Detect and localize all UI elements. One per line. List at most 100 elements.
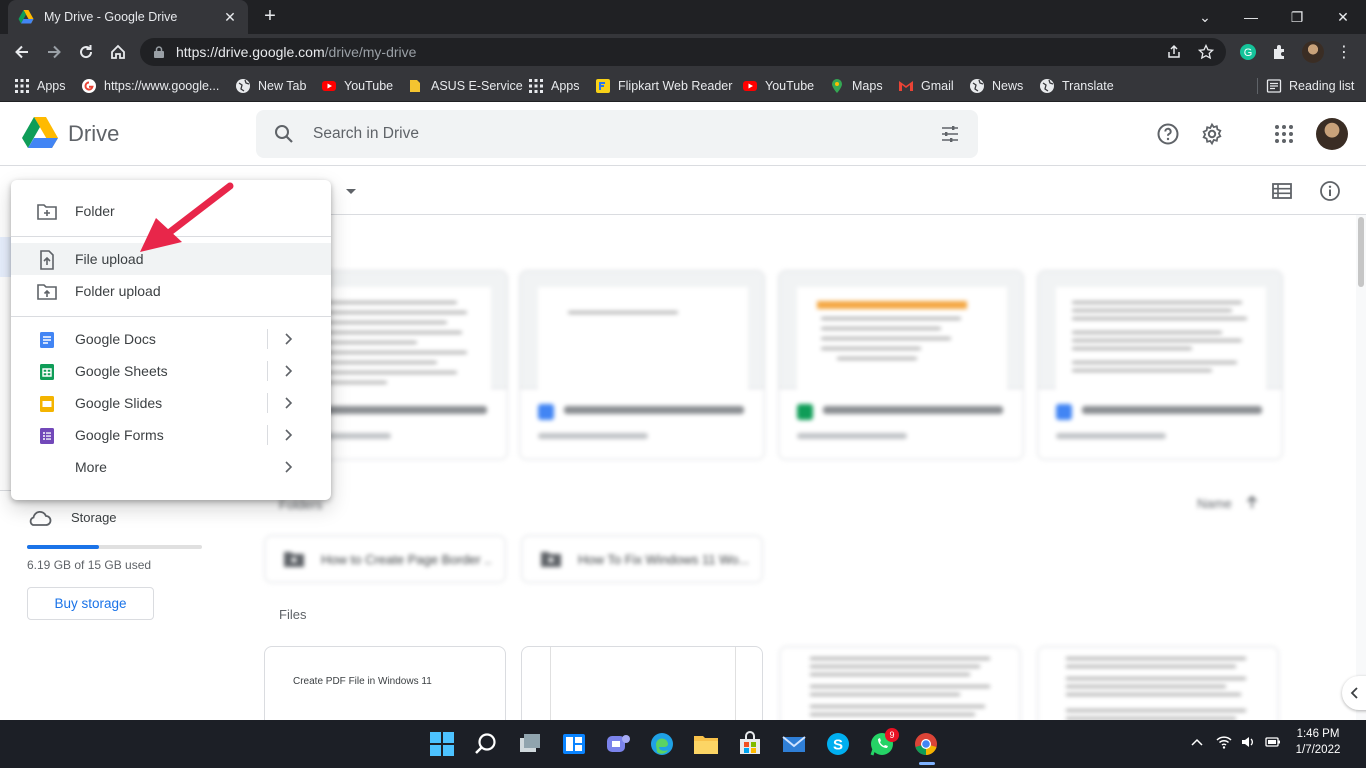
file-card[interactable] xyxy=(1037,646,1279,726)
profile-avatar[interactable] xyxy=(1302,41,1324,63)
chrome-menu-icon[interactable]: ⋮ xyxy=(1336,42,1352,62)
bookmark-maps[interactable]: Maps xyxy=(829,76,883,96)
system-clock[interactable]: 1:46 PM 1/7/2022 xyxy=(1290,726,1346,758)
show-hidden-icons-chevron-up-icon[interactable] xyxy=(1189,734,1205,750)
minimize-button[interactable]: — xyxy=(1228,0,1274,34)
bookmark-apps-2[interactable]: Apps xyxy=(528,76,580,96)
svg-text:S: S xyxy=(833,737,843,754)
menu-item-folder-upload[interactable]: Folder upload xyxy=(11,275,331,307)
main-scrollbar[interactable] xyxy=(1356,215,1366,720)
back-button[interactable] xyxy=(8,38,36,66)
list-view-icon[interactable] xyxy=(1271,180,1293,202)
volume-icon[interactable] xyxy=(1240,734,1256,750)
folder-name: How To Fix Windows 11 Wo... xyxy=(578,552,748,567)
settings-gear-icon[interactable] xyxy=(1200,122,1224,146)
menu-item-google-sheets[interactable]: Google Sheets xyxy=(11,355,331,387)
lock-icon xyxy=(154,46,164,58)
teams-chat-icon[interactable] xyxy=(604,730,632,758)
search-input[interactable]: Search in Drive xyxy=(313,125,419,143)
suggested-file-card[interactable] xyxy=(778,270,1024,460)
menu-item-google-forms[interactable]: Google Forms xyxy=(11,419,331,451)
address-bar[interactable]: https://drive.google.com/drive/my-drive xyxy=(140,38,1226,66)
storage-progress-bar xyxy=(27,545,202,549)
buy-storage-button[interactable]: Buy storage xyxy=(27,587,154,620)
google-docs-icon xyxy=(40,332,54,348)
search-options-icon[interactable] xyxy=(940,124,960,144)
menu-item-more[interactable]: More xyxy=(11,451,331,483)
bookmark-translate[interactable]: Translate xyxy=(1039,76,1114,96)
info-icon[interactable] xyxy=(1319,180,1341,202)
help-icon[interactable] xyxy=(1156,122,1180,146)
folder-bookmark-icon xyxy=(410,80,420,92)
sort-by-name[interactable]: Name xyxy=(1197,496,1232,511)
folder-name: How to Create Page Border ... xyxy=(321,552,491,567)
bookmark-asus[interactable]: ASUS E-Service xyxy=(408,76,523,96)
mail-icon[interactable] xyxy=(780,730,808,758)
edge-browser-icon[interactable] xyxy=(648,730,676,758)
bookmark-youtube[interactable]: YouTube xyxy=(321,76,393,96)
tab-search-icon[interactable]: ⌄ xyxy=(1182,0,1228,34)
bookmark-star-icon[interactable] xyxy=(1198,44,1214,60)
microsoft-store-icon[interactable] xyxy=(736,730,764,758)
chevron-right-icon[interactable] xyxy=(281,395,295,411)
menu-item-label: Folder upload xyxy=(75,283,161,299)
folder-item[interactable]: How to Create Page Border ... xyxy=(264,535,506,583)
task-view-icon[interactable] xyxy=(516,730,544,758)
bookmark-flipkart[interactable]: Flipkart Web Reader xyxy=(595,76,732,96)
wifi-icon[interactable] xyxy=(1216,734,1232,750)
storage-label[interactable]: Storage xyxy=(71,510,117,525)
folder-item[interactable]: How To Fix Windows 11 Wo... xyxy=(521,535,763,583)
search-taskbar-icon[interactable] xyxy=(472,730,500,758)
home-icon xyxy=(111,44,125,59)
windows-start-icon[interactable] xyxy=(428,730,456,758)
search-bar[interactable]: Search in Drive xyxy=(256,110,978,158)
close-window-button[interactable]: ✕ xyxy=(1320,0,1366,34)
bookmark-gmail[interactable]: Gmail xyxy=(898,76,954,96)
share-icon[interactable] xyxy=(1166,44,1182,60)
suggested-file-card[interactable] xyxy=(519,270,765,460)
chevron-right-icon[interactable] xyxy=(281,331,295,347)
side-panel-toggle[interactable] xyxy=(1342,676,1366,710)
reload-button[interactable] xyxy=(72,38,100,66)
bookmark-apps[interactable]: Apps xyxy=(14,76,66,96)
new-tab-button[interactable]: + xyxy=(258,5,282,29)
file-card[interactable]: Create PDF File in Windows 11 xyxy=(264,646,506,726)
account-avatar[interactable] xyxy=(1316,118,1348,150)
google-drive-logo-icon[interactable] xyxy=(22,116,58,150)
bookmark-news[interactable]: News xyxy=(969,76,1023,96)
extensions-puzzle-icon[interactable] xyxy=(1271,43,1289,61)
close-tab-icon[interactable]: ✕ xyxy=(222,9,238,26)
file-card[interactable] xyxy=(521,646,763,726)
bookmark-separator xyxy=(1257,78,1258,94)
bookmark-youtube-2[interactable]: YouTube xyxy=(742,76,814,96)
chevron-right-icon[interactable] xyxy=(281,459,295,475)
restore-button[interactable]: ❐ xyxy=(1274,0,1320,34)
reading-list-button[interactable]: Reading list xyxy=(1266,76,1354,96)
file-card[interactable] xyxy=(779,646,1021,726)
scrollbar-thumb[interactable] xyxy=(1358,217,1364,287)
file-explorer-icon[interactable] xyxy=(692,730,720,758)
chrome-taskbar-icon[interactable] xyxy=(912,730,940,758)
search-icon[interactable] xyxy=(274,124,294,144)
menu-item-google-docs[interactable]: Google Docs xyxy=(11,323,331,355)
google-apps-icon[interactable] xyxy=(1272,122,1296,146)
sort-arrow-up-icon[interactable] xyxy=(1244,494,1260,510)
bookmark-google[interactable]: https://www.google... xyxy=(81,76,219,96)
home-button[interactable] xyxy=(104,38,132,66)
apps-grid-icon xyxy=(529,79,543,93)
browser-tab[interactable]: My Drive - Google Drive ✕ xyxy=(8,0,248,34)
maps-pin-icon xyxy=(832,79,842,93)
widgets-icon[interactable] xyxy=(560,730,588,758)
url-text: https://drive.google.com/drive/my-drive xyxy=(176,44,416,60)
suggested-file-card[interactable] xyxy=(1037,270,1283,460)
drive-brand[interactable]: Drive xyxy=(68,121,119,147)
grammarly-extension-icon[interactable]: G xyxy=(1239,43,1257,61)
battery-icon[interactable] xyxy=(1265,734,1281,750)
chevron-right-icon[interactable] xyxy=(281,363,295,379)
forward-button[interactable] xyxy=(40,38,68,66)
chevron-down-icon[interactable] xyxy=(346,189,356,194)
menu-item-google-slides[interactable]: Google Slides xyxy=(11,387,331,419)
skype-icon[interactable]: S xyxy=(824,730,852,758)
bookmark-new-tab[interactable]: New Tab xyxy=(235,76,306,96)
chevron-right-icon[interactable] xyxy=(281,427,295,443)
